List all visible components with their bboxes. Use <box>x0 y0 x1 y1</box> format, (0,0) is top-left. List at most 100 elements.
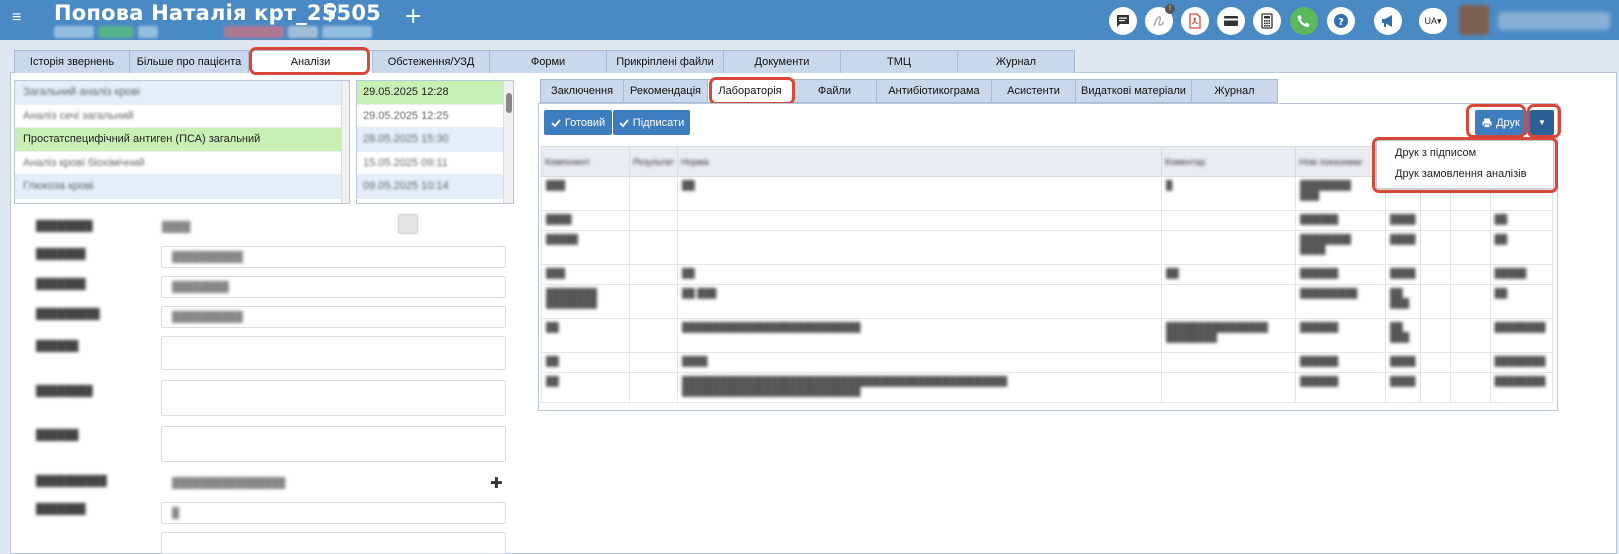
list-item[interactable]: Аналіз сечі загальний <box>15 105 349 128</box>
column-header[interactable]: Нові показники <box>1295 146 1386 177</box>
caret-down-icon: ▼ <box>1538 118 1546 127</box>
print-button[interactable]: Друк <box>1475 110 1527 135</box>
date-label: 28.05.2025 15:30 <box>363 133 449 146</box>
tab-forms[interactable]: Форми <box>489 50 607 73</box>
table-row[interactable]: ██ ████ ██████ ████ ████████ <box>541 352 1554 373</box>
table-row[interactable]: ███ ██ ██ ██████ ████ █████ <box>541 264 1554 285</box>
form-label: ██████ <box>36 341 79 352</box>
form-select[interactable]: ██████████ <box>161 306 506 328</box>
tab-files[interactable]: Файли <box>792 79 877 103</box>
tab-analyses[interactable]: Аналізи <box>248 50 373 73</box>
avatar[interactable] <box>1459 5 1489 35</box>
tab-recommendation[interactable]: Рекомендація <box>623 79 708 103</box>
date-item[interactable]: 29.05.2025 12:25 <box>357 105 513 128</box>
field-action-button[interactable] <box>398 214 418 234</box>
tab-consumables[interactable]: Видаткові матеріали <box>1075 79 1192 103</box>
form-textarea[interactable] <box>161 532 506 554</box>
table-row[interactable]: ████████████████████████████████████████… <box>541 372 1554 403</box>
phone-icon[interactable] <box>1290 7 1318 35</box>
notification-badge: ! <box>1165 4 1175 14</box>
list-item[interactable]: Загальний аналіз крові <box>15 81 349 105</box>
user-name[interactable] <box>1498 12 1610 30</box>
analyses-list: Загальний аналіз крові Аналіз сечі загал… <box>14 80 350 204</box>
date-item[interactable]: 15.05.2025 09:11 <box>357 152 513 175</box>
help-icon[interactable]: ? <box>1327 7 1355 35</box>
tab-journal[interactable]: Журнал <box>957 50 1075 73</box>
tab-attached-files[interactable]: Прикріплені файли <box>606 50 724 73</box>
tab-journal-sub[interactable]: Журнал <box>1191 79 1278 103</box>
form-field[interactable]: █ <box>161 502 506 524</box>
list-item-label: Глюкоза крові <box>23 180 94 193</box>
language-selector[interactable]: UA ▾ <box>1419 8 1447 34</box>
column-header[interactable]: Коментар <box>1161 146 1296 177</box>
date-label: 29.05.2025 12:28 <box>363 86 449 99</box>
print-dropdown-toggle[interactable]: ▼ <box>1530 110 1554 135</box>
list-item[interactable]: Аналіз крові біохімічний <box>15 152 349 175</box>
form-label: ██████████ <box>36 476 107 487</box>
chat-icon[interactable] <box>1109 7 1137 35</box>
check-icon <box>619 118 629 127</box>
date-item[interactable]: 28.05.2025 15:30 <box>357 128 513 152</box>
field-value: ██████████ <box>172 252 243 263</box>
add-icon[interactable]: ✚ <box>490 474 503 492</box>
tab-patient-info[interactable]: Більше про пацієнта <box>129 50 249 73</box>
table-row[interactable]: ████████████████████████████████████████… <box>541 318 1554 353</box>
scrollbar-thumb[interactable] <box>506 93 512 113</box>
pdf-icon[interactable] <box>1181 7 1209 35</box>
dates-list: 29.05.2025 12:28 29.05.2025 12:25 28.05.… <box>356 80 514 204</box>
form-label: ███████ <box>36 504 86 515</box>
tab-assistants[interactable]: Асистенти <box>991 79 1076 103</box>
form-label: ██████ <box>36 430 79 441</box>
tab-laboratory[interactable]: Лабораторія <box>707 79 793 103</box>
ready-button-label: Готовий <box>564 116 606 129</box>
form-textarea[interactable] <box>161 380 506 416</box>
form-field[interactable]: ████████████████ <box>161 472 506 494</box>
list-item-selected[interactable]: Простатспецифічний антиген (ПСА) загальн… <box>15 128 349 152</box>
form-field[interactable]: ████ <box>161 216 381 233</box>
date-label: 29.05.2025 12:25 <box>363 109 449 122</box>
column-header[interactable]: Норма <box>677 146 1162 177</box>
form-textarea[interactable] <box>161 336 506 370</box>
ready-button[interactable]: Готовий <box>544 110 612 135</box>
female-gender-icon: ♀ <box>322 0 339 25</box>
menu-item-print-analysis-order[interactable]: Друк замовлення аналізів <box>1395 168 1526 180</box>
tab-documents[interactable]: Документи <box>723 50 841 73</box>
form-label: ████████ <box>36 386 93 397</box>
form-select[interactable]: ██████████ <box>161 246 506 268</box>
payment-card-icon[interactable] <box>1217 7 1245 35</box>
main-tabs: Історія звернень Більше про пацієнта Ана… <box>14 50 1075 73</box>
scrollbar[interactable] <box>503 81 513 203</box>
date-item[interactable]: 09.05.2025 10:14 <box>357 175 513 199</box>
form-label: █████████ <box>36 309 100 320</box>
list-item[interactable]: Глюкоза крові <box>15 175 349 199</box>
menu-icon[interactable]: ≡ <box>12 10 26 26</box>
column-header[interactable]: Результат <box>629 146 678 177</box>
add-patient-button[interactable]: + <box>404 4 422 29</box>
tab-antibiogram[interactable]: Антибіотикограма <box>876 79 992 103</box>
list-item-label: Аналіз крові біохімічний <box>23 156 145 169</box>
list-item-label: Аналіз сечі загальний <box>23 109 134 122</box>
sign-button[interactable]: Підписати <box>613 110 690 135</box>
column-header[interactable]: Компонент <box>541 146 630 177</box>
form-select[interactable]: ████████ <box>161 276 506 298</box>
sign-button-label: Підписати <box>632 116 685 129</box>
table-row[interactable]: ████ ██████ ████ ██ <box>541 210 1554 231</box>
tab-inventory[interactable]: ТМЦ <box>840 50 958 73</box>
form-textarea[interactable] <box>161 426 506 462</box>
date-item-selected[interactable]: 29.05.2025 12:28 <box>357 81 513 105</box>
menu-item-print-with-signature[interactable]: Друк з підписом <box>1395 147 1476 159</box>
list-item-label: Загальний аналіз крові <box>23 86 140 99</box>
calculator-icon[interactable] <box>1253 7 1281 35</box>
megaphone-icon[interactable] <box>1374 7 1402 35</box>
tab-visit-history[interactable]: Історія звернень <box>14 50 130 73</box>
scrollbar[interactable] <box>341 81 349 203</box>
tab-conclusion[interactable]: Заключення <box>540 79 624 103</box>
tab-examinations[interactable]: Обстеження/УЗД <box>372 50 490 73</box>
table-row[interactable]: █████ ████████ ████ ████ ██ <box>541 230 1554 265</box>
list-item-label: Простатспецифічний антиген (ПСА) загальн… <box>23 133 261 146</box>
check-icon <box>551 118 561 127</box>
signature-icon[interactable]: ! <box>1145 4 1175 35</box>
table-row[interactable]: ████████ ████████ ██ ███ █████████ ██ ███ ██ <box>541 284 1554 319</box>
print-dropdown-menu: Друк з підписом Друк замовлення аналізів <box>1376 140 1554 189</box>
print-button-label: Друк <box>1496 116 1520 129</box>
